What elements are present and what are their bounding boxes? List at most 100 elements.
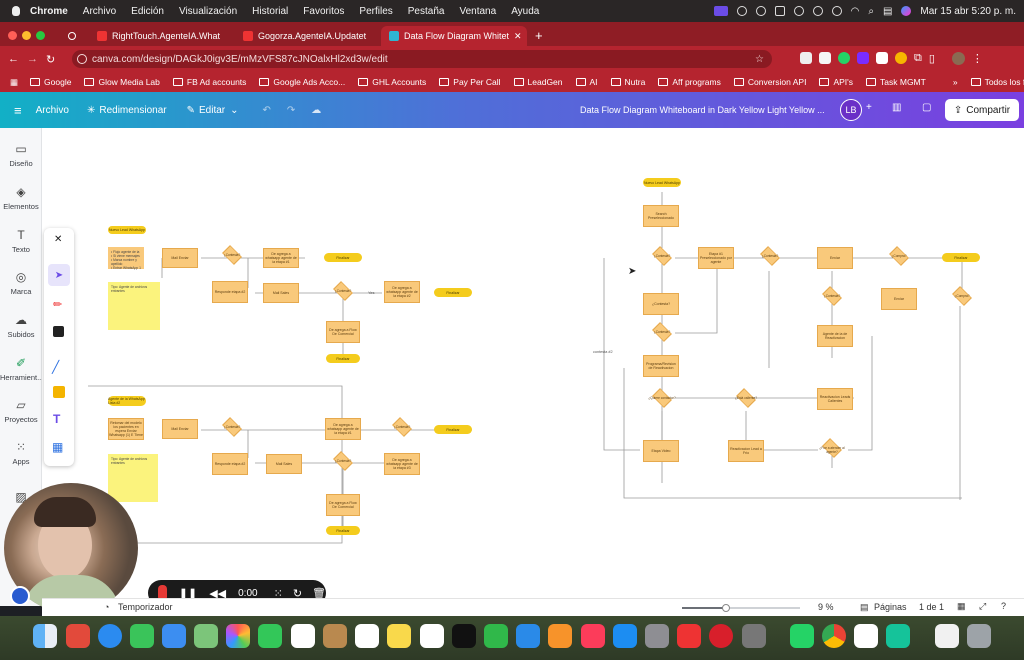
flow-node[interactable]: Responde etapa #2 (212, 453, 248, 475)
finalize-pill[interactable]: Finalizar (324, 253, 362, 262)
menu-archivo[interactable]: Archivo (83, 6, 116, 17)
status-icon[interactable] (755, 6, 766, 16)
flow-node[interactable]: Mail Sales (266, 454, 302, 474)
sticky-note[interactable]: • Flujo agente de ia • Si viene mensajes… (108, 247, 144, 270)
bookmark-item[interactable]: Conversion API (733, 77, 806, 87)
rail-elementos[interactable]: ◈ Elementos (0, 185, 42, 211)
rail-subidos[interactable]: ☁ Subidos (0, 313, 42, 339)
profile-avatar[interactable] (951, 52, 965, 65)
flow-decision[interactable]: ¿Contesta? (388, 417, 416, 438)
bookmark-item[interactable]: LeadGen (513, 77, 563, 87)
finder-icon[interactable] (33, 624, 57, 648)
timer-icon[interactable]: ◔ (104, 602, 109, 612)
chrome-icon[interactable] (822, 624, 846, 648)
freeform-icon[interactable] (420, 624, 444, 648)
all-bookmarks[interactable]: Todos los favoritos (970, 77, 1024, 87)
extension-icon[interactable] (895, 52, 907, 64)
timer-button[interactable]: Temporizador (118, 602, 173, 612)
keynote-icon[interactable] (516, 624, 540, 648)
resize-button[interactable]: Redimensionar (99, 105, 166, 116)
flow-node[interactable]: Enviar (881, 288, 917, 310)
table-icon[interactable]: ▦ (52, 440, 63, 454)
tab-righttouch[interactable]: RightTouch.AgenteIA.What (89, 26, 235, 46)
address-bar[interactable]: canva.com/design/DAGkJ0igv3E/mMzVFS87cJN… (72, 50, 772, 68)
bookmark-item[interactable]: AI (575, 77, 598, 87)
flow-node[interactable]: Search Preseleccionado (643, 205, 679, 227)
new-tab-button[interactable]: + (535, 28, 543, 43)
extension-icon[interactable] (857, 52, 869, 64)
document-icon[interactable] (935, 624, 959, 648)
maximize-window-icon[interactable] (36, 31, 45, 40)
reload-icon[interactable]: ↻ (46, 53, 55, 66)
flow-node[interactable]: Retomar del modelo los pacientes en espe… (108, 418, 144, 440)
bookmark-item[interactable]: GHL Accounts (358, 77, 426, 87)
finalize-pill[interactable]: Finalizar (326, 354, 360, 363)
flow-decision[interactable]: ¿Contesta? (218, 417, 246, 438)
settings-icon[interactable] (645, 624, 669, 648)
zoom-level[interactable]: 9 % (818, 602, 834, 612)
bookmark-item[interactable]: Aff programs (658, 77, 721, 87)
flow-node[interactable]: Etapa #1 Preseleccionado por agente (698, 247, 734, 269)
bookmark-item[interactable]: FB Ad accounts (172, 77, 246, 87)
flow-node[interactable]: Reactivacion Lead a Frio (728, 440, 764, 462)
flow-decision[interactable]: ¿Fue a atender al agente? (818, 438, 846, 459)
rail-diseno[interactable]: ▭ Diseño (0, 142, 42, 168)
flow-start-pill[interactable]: Agente de ia WhatsApp Lista #2 (108, 396, 146, 406)
cloud-save-icon[interactable]: ☁ (311, 105, 321, 116)
analytics-icon[interactable]: ▥ (892, 102, 901, 113)
undo-icon[interactable]: ↶ (263, 105, 271, 116)
screen-tool-icon[interactable] (677, 624, 701, 648)
extension-icon[interactable] (876, 52, 888, 64)
rail-proyectos[interactable]: ▱ Proyectos (0, 398, 42, 424)
sticky-note[interactable]: Tipo: Agente de archivos entrantes (108, 282, 160, 330)
whatsapp-icon[interactable] (790, 624, 814, 648)
flow-node[interactable]: De agrega a Flow De Comercial (326, 321, 360, 343)
pages-app-icon[interactable] (548, 624, 572, 648)
bookmark-item[interactable]: Nutra (610, 77, 645, 87)
bookmark-item[interactable]: API's (819, 77, 853, 87)
control-center-icon[interactable]: ▤ (883, 6, 892, 17)
flow-decision[interactable]: ¿Contesta? (648, 246, 676, 267)
line-icon[interactable]: ╱ (52, 360, 59, 374)
grammarly-icon[interactable] (886, 624, 910, 648)
flow-decision[interactable]: ¿Contesta? (818, 286, 846, 307)
flow-decision[interactable]: ¿Quiere contactar? (648, 388, 676, 409)
fullscreen-icon[interactable]: ⤢ (979, 601, 986, 612)
bookmarks-overflow[interactable]: » (953, 77, 958, 87)
bookmark-item[interactable]: Glow Media Lab (84, 77, 160, 87)
clock[interactable]: Mar 15 abr 5:20 p. m. (920, 6, 1016, 17)
close-tab-icon[interactable]: ✕ (514, 31, 522, 42)
notes-app-icon[interactable] (323, 624, 347, 648)
menu-pestana[interactable]: Pestaña (408, 6, 445, 17)
flow-node[interactable]: Mail Sales (263, 283, 299, 303)
siri-icon[interactable] (901, 6, 912, 16)
design-title[interactable]: Data Flow Diagram Whiteboard in Dark Yel… (580, 105, 825, 115)
apps-grid-icon[interactable]: ▦ (10, 77, 18, 88)
menu-edicion[interactable]: Edición (131, 6, 164, 17)
add-user-icon[interactable]: + (866, 102, 872, 113)
zoom-slider[interactable] (682, 604, 800, 612)
reminders-icon[interactable] (355, 624, 379, 648)
finalize-pill[interactable]: Finalizar (942, 253, 980, 262)
select-cursor-icon[interactable]: ➤ (48, 264, 70, 286)
flow-start-pill[interactable]: Nuevo Lead WhatsApp (643, 178, 681, 187)
back-icon[interactable]: ← (8, 53, 19, 65)
finalize-pill[interactable]: Finalizar (434, 288, 472, 297)
menu-historial[interactable]: Historial (252, 6, 288, 17)
menu-ayuda[interactable]: Ayuda (511, 6, 539, 17)
close-window-icon[interactable] (8, 31, 17, 40)
text-tool-icon[interactable]: T (53, 412, 60, 426)
flow-node[interactable]: ¿Contesta? (643, 293, 679, 315)
site-info-icon[interactable] (77, 54, 87, 64)
extension-icon[interactable] (819, 52, 831, 64)
share-button[interactable]: ⇪ Compartir (945, 99, 1019, 121)
menu-favoritos[interactable]: Favoritos (303, 6, 344, 17)
flow-node[interactable]: De agrega a Flow De Comercial (326, 494, 360, 516)
sticky-note-icon[interactable] (53, 386, 65, 398)
facetime-icon[interactable] (258, 624, 282, 648)
resize-icon[interactable]: ✳ (87, 105, 95, 116)
sidebar-icon[interactable]: ▯ (929, 52, 935, 65)
status-icon[interactable] (736, 6, 747, 16)
close-icon[interactable]: ✕ (54, 234, 62, 245)
menu-kebab-icon[interactable]: ⋮ (972, 52, 983, 65)
